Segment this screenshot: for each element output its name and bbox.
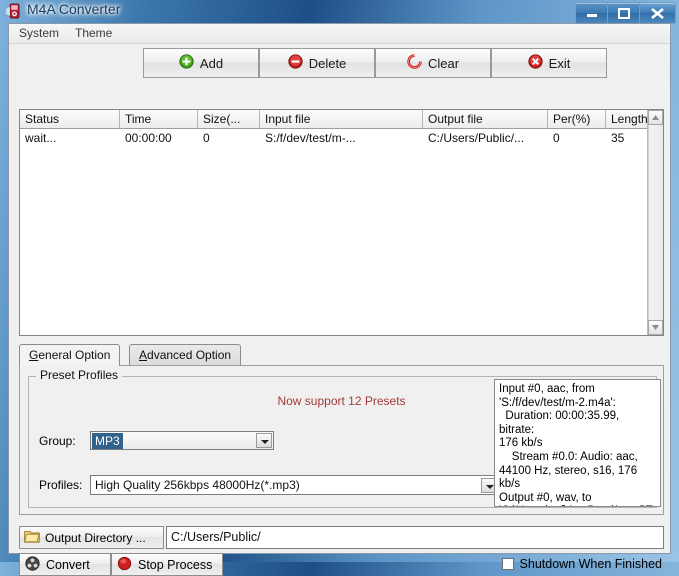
scroll-up-icon[interactable] — [648, 110, 663, 125]
ipod-app-icon — [5, 2, 23, 20]
convert-button-label: Convert — [46, 557, 90, 572]
file-list-header: Status Time Size(... Input file Output f… — [20, 110, 663, 129]
stop-process-button[interactable]: Stop Process — [111, 553, 223, 576]
window-title: M4A Converter — [27, 1, 121, 17]
exit-button-label: Exit — [548, 55, 571, 71]
maximize-button[interactable] — [607, 2, 640, 24]
output-directory-button[interactable]: Output Directory ... — [19, 526, 164, 549]
tab-general-label: eneral Option — [38, 348, 111, 362]
red-sphere-icon — [117, 556, 132, 574]
red-refresh-circle-icon — [407, 54, 422, 72]
maximize-icon — [618, 8, 630, 19]
film-reel-icon — [25, 555, 40, 574]
vertical-scrollbar[interactable] — [647, 110, 663, 335]
table-row[interactable]: wait... 00:00:00 0 S:/f/dev/test/m-... C… — [20, 130, 663, 146]
add-button[interactable]: Add — [143, 48, 259, 78]
green-plus-circle-icon — [179, 54, 194, 72]
tab-advanced-mnemonic: A — [139, 348, 148, 362]
tab-general-option[interactable]: General Option — [19, 344, 121, 366]
menu-item-system[interactable]: System — [13, 26, 65, 41]
stop-process-button-label: Stop Process — [138, 557, 213, 572]
minimize-button[interactable] — [575, 2, 608, 24]
convert-button[interactable]: Convert — [19, 553, 111, 576]
file-list[interactable]: Status Time Size(... Input file Output f… — [19, 109, 664, 336]
cell-input-file: S:/f/dev/test/m-... — [265, 131, 356, 145]
clear-button[interactable]: Clear — [375, 48, 491, 78]
column-header-status[interactable]: Status — [20, 110, 120, 128]
title-bar[interactable]: M4A Converter — [0, 0, 679, 24]
tab-advanced-option[interactable]: Advanced Option — [129, 344, 242, 365]
group-label: Group: — [39, 434, 76, 448]
folder-icon — [24, 529, 40, 546]
output-directory-input[interactable]: C:/Users/Public/ — [166, 526, 664, 549]
red-minus-circle-icon — [288, 54, 303, 72]
profiles-combo[interactable]: High Quality 256kbps 48000Hz(*.mp3) — [90, 475, 500, 495]
shutdown-when-finished-label: Shutdown When Finished — [519, 557, 662, 571]
scrollbar-track[interactable] — [648, 125, 663, 320]
exit-button[interactable]: Exit — [491, 48, 607, 78]
checkbox-box[interactable] — [501, 558, 514, 570]
close-icon — [651, 7, 664, 20]
output-directory-button-label: Output Directory ... — [45, 530, 146, 545]
group-combo[interactable]: MP3 — [90, 431, 274, 450]
option-tabs: General Option Advanced Option — [19, 344, 664, 366]
client-area: System Theme Add Delete Clear Exit Statu… — [8, 23, 671, 576]
tab-advanced-label: dvanced Option — [147, 348, 232, 362]
group-combo-value: MP3 — [92, 433, 123, 449]
cell-size: 0 — [203, 131, 210, 145]
menu-bar: System Theme — [9, 24, 670, 44]
preset-profiles-legend: Preset Profiles — [36, 368, 123, 382]
toolbar: Add Delete Clear Exit — [14, 48, 665, 78]
column-header-time[interactable]: Time — [120, 110, 198, 128]
column-header-output-file[interactable]: Output file — [423, 110, 548, 128]
profiles-label: Profiles: — [39, 478, 83, 492]
column-header-input-file[interactable]: Input file — [260, 110, 423, 128]
delete-button[interactable]: Delete — [259, 48, 375, 78]
cell-output-file: C:/Users/Public/... — [428, 131, 525, 145]
cell-status: wait... — [25, 131, 57, 145]
delete-button-label: Delete — [308, 55, 347, 71]
media-info-panel: Input #0, aac, from 'S:/f/dev/test/m-2.m… — [494, 379, 661, 507]
application-window: M4A Converter System Theme Add Delete Cl… — [0, 0, 679, 576]
close-button[interactable] — [639, 2, 676, 24]
profiles-combo-value: High Quality 256kbps 48000Hz(*.mp3) — [95, 478, 300, 492]
tab-general-mnemonic: G — [29, 348, 39, 362]
column-header-percent[interactable]: Per(%) — [548, 110, 606, 128]
shutdown-when-finished-checkbox[interactable]: Shutdown When Finished — [501, 557, 662, 571]
column-header-size[interactable]: Size(... — [198, 110, 260, 128]
clear-button-label: Clear — [427, 55, 460, 71]
cell-time: 00:00:00 — [125, 131, 172, 145]
menu-item-theme[interactable]: Theme — [69, 26, 118, 41]
red-x-circle-icon — [528, 54, 543, 72]
add-button-label: Add — [199, 55, 224, 71]
chevron-down-icon[interactable] — [256, 433, 272, 448]
minimize-icon — [587, 14, 597, 17]
cell-percent: 0 — [553, 131, 560, 145]
scroll-down-icon[interactable] — [648, 320, 663, 335]
